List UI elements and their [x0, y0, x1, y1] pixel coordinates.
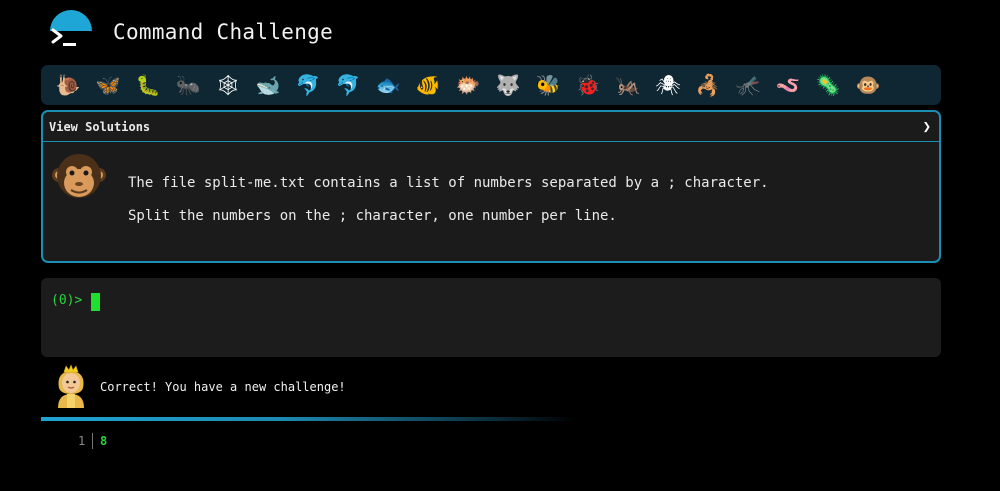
wolf-icon[interactable]: 🐺 [488, 65, 528, 105]
tropical-fish-icon[interactable]: 🐠 [408, 65, 448, 105]
princess-avatar-icon [50, 364, 92, 408]
view-solutions-toggle[interactable]: View Solutions ❯ [43, 112, 939, 142]
status-message: Correct! You have a new challenge! [100, 380, 346, 394]
worm-icon[interactable]: 🪱 [768, 65, 808, 105]
page-title: Command Challenge [113, 20, 334, 44]
challenge-panel: View Solutions ❯ The file split-me.txt c… [41, 110, 941, 263]
microbe-icon[interactable]: 🦠 [808, 65, 848, 105]
ant-icon[interactable]: 🐜 [168, 65, 208, 105]
monkey-avatar-icon [50, 148, 108, 206]
challenge-text-line-2: Split the numbers on the ; character, on… [128, 208, 617, 224]
snail-icon[interactable]: 🐌 [48, 65, 88, 105]
output-line-value: 8 [100, 434, 108, 448]
chevron-right-icon: ❯ [922, 118, 931, 135]
terminal-input[interactable]: (0)> [41, 278, 941, 357]
whale-icon[interactable]: 🐋 [248, 65, 288, 105]
spider-web-icon[interactable]: 🕸 [208, 65, 248, 105]
cricket-icon[interactable]: 🦗 [608, 65, 648, 105]
blowfish-icon[interactable]: 🐡 [448, 65, 488, 105]
fish-icon[interactable]: 🐟 [368, 65, 408, 105]
ladybug-icon[interactable]: 🐞 [568, 65, 608, 105]
output-line-number: 1 [78, 434, 86, 448]
spider-icon[interactable]: 🕷 [648, 65, 688, 105]
progress-bar [41, 417, 576, 421]
challenge-text-line-1: The file split-me.txt contains a list of… [128, 175, 769, 191]
view-solutions-label: View Solutions [49, 119, 151, 134]
scorpion-icon[interactable]: 🦂 [688, 65, 728, 105]
monkey-icon[interactable]: 🐵 [848, 65, 888, 105]
terminal-prompt: (0)> [51, 293, 83, 308]
animal-progress-bar: 🐌 🦋 🐛 🐜 🕸 🐋 🐬 🐬 🐟 🐠 🐡 🐺 🐝 🐞 🦗 🕷 🦂 🦟 🪱 🦠 … [41, 65, 941, 105]
caterpillar-icon[interactable]: 🐛 [128, 65, 168, 105]
butterfly-icon[interactable]: 🦋 [88, 65, 128, 105]
terminal-cursor [91, 293, 100, 311]
dolphin-2-icon[interactable]: 🐬 [328, 65, 368, 105]
bee-icon[interactable]: 🐝 [528, 65, 568, 105]
terminal-prompt-icon [50, 25, 78, 49]
output-separator [92, 433, 93, 449]
dolphin-icon[interactable]: 🐬 [288, 65, 328, 105]
fly-icon[interactable]: 🦟 [728, 65, 768, 105]
